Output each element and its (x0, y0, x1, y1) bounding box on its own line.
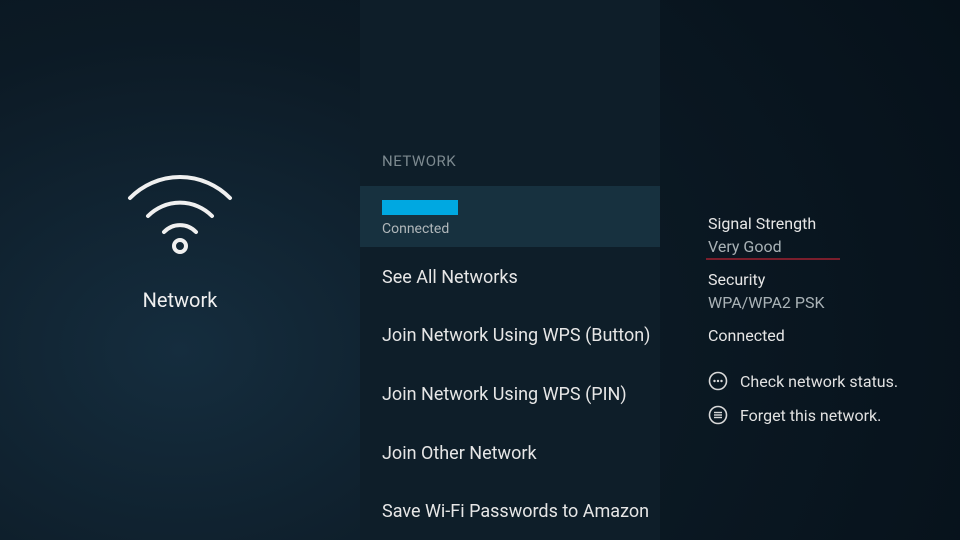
network-list-panel: NETWORK Connected See All Networks Join … (360, 0, 660, 540)
item-label: Join Network Using WPS (PIN) (382, 384, 627, 405)
join-wps-pin[interactable]: Join Network Using WPS (PIN) (360, 364, 660, 423)
save-passwords-amazon[interactable]: Save Wi-Fi Passwords to Amazon (360, 481, 660, 540)
security-value: WPA/WPA2 PSK (708, 293, 930, 312)
play-options-icon (708, 371, 728, 391)
item-label: See All Networks (382, 267, 518, 288)
left-panel: Network (0, 0, 360, 540)
forget-network[interactable]: Forget this network. (708, 405, 930, 425)
signal-strength-label: Signal Strength (708, 214, 930, 233)
current-network-item[interactable]: Connected (360, 186, 660, 247)
menu-icon (708, 405, 728, 425)
page-title: Network (143, 288, 218, 312)
join-wps-button[interactable]: Join Network Using WPS (Button) (360, 305, 660, 364)
signal-strength-value: Very Good (708, 237, 930, 256)
wifi-icon (120, 168, 240, 258)
see-all-networks[interactable]: See All Networks (360, 247, 660, 306)
detail-panel: Signal Strength Very Good Security WPA/W… (660, 0, 960, 540)
connection-status: Connected (708, 326, 930, 345)
security-label: Security (708, 270, 930, 289)
list-header: NETWORK (360, 152, 660, 186)
accent-divider (706, 258, 840, 260)
check-network-status[interactable]: Check network status. (708, 371, 930, 391)
current-network-status: Connected (382, 221, 638, 237)
action-label: Forget this network. (740, 406, 881, 425)
join-other-network[interactable]: Join Other Network (360, 423, 660, 482)
item-label: Join Other Network (382, 443, 537, 464)
action-label: Check network status. (740, 372, 898, 391)
item-label: Save Wi-Fi Passwords to Amazon (382, 501, 649, 522)
item-label: Join Network Using WPS (Button) (382, 325, 650, 346)
current-network-name (382, 200, 458, 215)
